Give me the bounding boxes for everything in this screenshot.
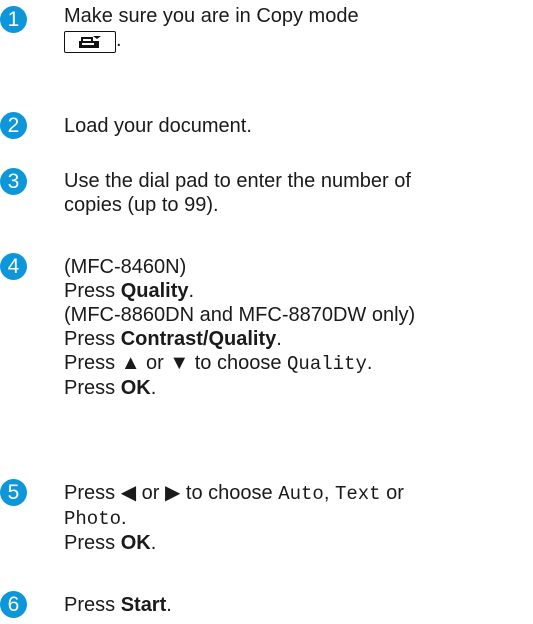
step-line: Load your document.	[64, 115, 252, 137]
step-number-badge: 3	[0, 168, 27, 195]
step-line: Make sure you are in Copy mode	[64, 5, 359, 27]
left-arrow-icon: ◀	[120, 482, 137, 504]
right-arrow-icon: ▶	[164, 482, 181, 504]
step-line: copies (up to 99).	[64, 194, 219, 216]
step-number-badge: 6	[0, 591, 27, 618]
contrast-quality-key: Contrast/Quality	[120, 328, 277, 350]
step-text: Use the dial pad to enter the number of …	[64, 169, 533, 217]
start-key: Start	[120, 594, 167, 616]
quality-key: Quality	[120, 280, 189, 302]
step-text: Load your document.	[64, 114, 533, 138]
menu-option: Text	[334, 483, 381, 505]
step-line: Use the dial pad to enter the number of	[64, 170, 411, 192]
step-number-badge: 2	[0, 112, 27, 139]
model-note: (MFC-8860DN and MFC-8870DW only)	[64, 304, 416, 326]
down-arrow-icon: ▼	[169, 352, 190, 374]
menu-option: Quality	[287, 353, 367, 375]
step-text: Make sure you are in Copy mode .	[64, 4, 533, 54]
step-number-badge: 4	[0, 253, 27, 280]
model-note: (MFC-8460N)	[64, 256, 187, 278]
menu-option: Photo	[64, 508, 122, 530]
ok-key: OK	[120, 532, 151, 554]
step-text: (MFC-8460N) Press Quality. (MFC-8860DN a…	[64, 255, 533, 400]
step-line-end: .	[116, 29, 122, 51]
step-text: Press Start.	[64, 594, 172, 616]
step-number-badge: 1	[0, 6, 27, 33]
up-arrow-icon: ▲	[120, 352, 141, 374]
step-text: Press ◀ or ▶ to choose Auto, Text or Pho…	[64, 482, 404, 554]
copy-mode-key-icon	[64, 31, 116, 54]
step-number-badge: 5	[0, 479, 27, 506]
ok-key: OK	[120, 377, 151, 399]
menu-option: Auto	[278, 483, 324, 505]
